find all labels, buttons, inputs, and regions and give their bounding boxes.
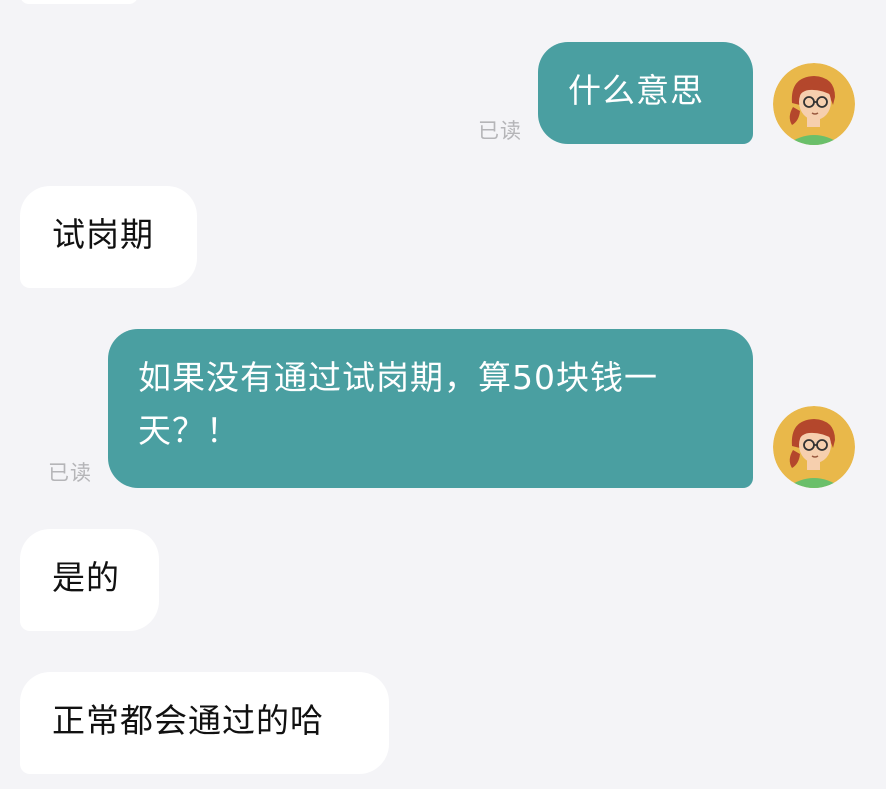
- user-avatar-icon[interactable]: [773, 406, 855, 488]
- read-receipt: 已读: [478, 119, 522, 143]
- partial-message-bubble: [20, 0, 138, 4]
- user-avatar-icon[interactable]: [773, 63, 855, 145]
- outgoing-message-bubble[interactable]: 如果没有通过试岗期，算50块钱一天？！: [108, 329, 753, 488]
- incoming-message-bubble[interactable]: 正常都会通过的哈: [20, 672, 389, 774]
- chat-thread[interactable]: 什么意思 已读 试岗期 如果没有通过试岗期，算50块钱一天？！ 已读 是的 正常…: [0, 0, 886, 789]
- incoming-message-bubble[interactable]: 是的: [20, 529, 159, 631]
- incoming-message-bubble[interactable]: 试岗期: [20, 186, 197, 288]
- read-receipt: 已读: [48, 461, 92, 485]
- outgoing-message-bubble[interactable]: 什么意思: [538, 42, 753, 144]
